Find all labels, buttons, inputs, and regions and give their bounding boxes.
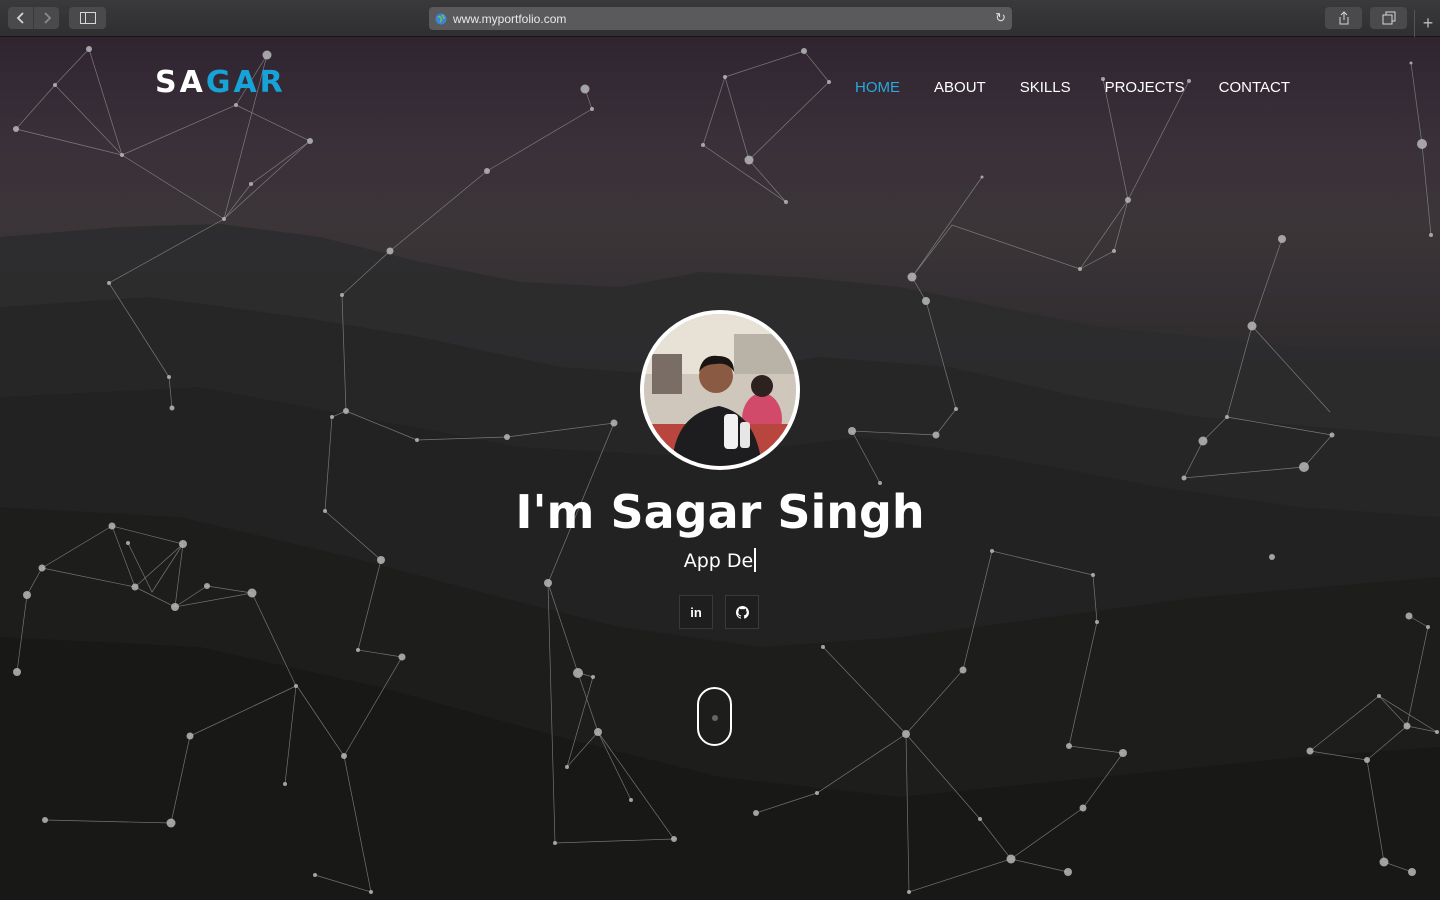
share-button[interactable] [1325, 7, 1362, 29]
logo-text-primary: SA [155, 65, 206, 100]
scroll-down-indicator[interactable] [697, 687, 732, 746]
chevron-left-icon [16, 12, 24, 24]
typed-subtitle: App De [0, 548, 1440, 572]
nav-item-skills[interactable]: SKILLS [1020, 79, 1071, 96]
github-button[interactable] [725, 595, 759, 629]
forward-button[interactable] [33, 7, 59, 29]
mouse-wheel-icon [712, 715, 718, 721]
typing-caret [754, 548, 757, 572]
reload-icon[interactable]: ↻ [995, 10, 1006, 26]
site-logo[interactable]: SAGAR [155, 65, 286, 100]
profile-photo [644, 314, 796, 466]
nav-item-home[interactable]: HOME [855, 79, 900, 96]
github-icon [735, 605, 749, 619]
main-nav: HOME ABOUT SKILLS PROJECTS CONTACT [855, 79, 1290, 96]
hero-title: I'm Sagar Singh [515, 485, 925, 539]
back-button[interactable] [8, 7, 33, 29]
profile-avatar [640, 310, 800, 470]
globe-icon [435, 13, 447, 24]
nav-item-projects[interactable]: PROJECTS [1105, 79, 1185, 96]
sidebar-icon [79, 12, 96, 24]
chevron-right-icon [43, 12, 51, 24]
linkedin-icon: in [690, 604, 702, 620]
tabs-button[interactable] [1370, 7, 1407, 29]
linkedin-button[interactable]: in [679, 595, 713, 629]
logo-text-accent: GAR [205, 65, 286, 100]
browser-toolbar: www.myportfolio.com ↻ + [0, 0, 1440, 37]
url-text: www.myportfolio.com [453, 11, 567, 26]
tabs-icon [1382, 11, 1395, 25]
nav-item-contact[interactable]: CONTACT [1219, 79, 1290, 96]
nav-item-about[interactable]: ABOUT [934, 79, 986, 96]
plus-icon[interactable]: + [1414, 10, 1440, 37]
hero-section: SAGAR HOME ABOUT SKILLS PROJECTS CONTACT… [0, 37, 1440, 900]
sidebar-button[interactable] [69, 7, 106, 29]
typed-text: App De [683, 550, 754, 572]
address-bar[interactable]: www.myportfolio.com ↻ [429, 7, 1012, 30]
social-links: in [679, 595, 759, 629]
history-buttons [8, 7, 59, 29]
share-icon [1339, 11, 1348, 25]
